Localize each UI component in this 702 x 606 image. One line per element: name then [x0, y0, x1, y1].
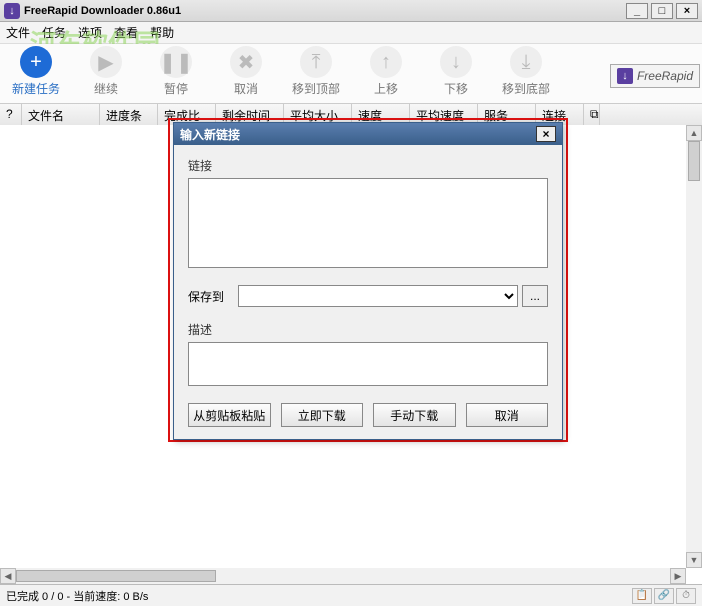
brand-icon: ↓	[617, 68, 633, 84]
toolbar-label: 新建任务	[6, 80, 66, 97]
bottom-icon: ⤓	[510, 46, 542, 78]
scroll-thumb[interactable]	[16, 570, 216, 582]
browse-button[interactable]: ...	[522, 285, 548, 307]
new-task-button[interactable]: + 新建任务	[6, 46, 66, 97]
toolbar-label: 上移	[356, 80, 416, 97]
col-config-button[interactable]: ⧉	[584, 104, 600, 125]
brand-text: FreeRapid	[637, 69, 693, 83]
scroll-up-icon[interactable]: ▲	[686, 125, 702, 141]
link-label: 链接	[188, 157, 548, 174]
menu-view[interactable]: 查看	[114, 24, 138, 41]
plus-icon: +	[20, 46, 52, 78]
horizontal-scrollbar[interactable]: ◀ ▶	[0, 568, 686, 584]
desc-input[interactable]	[188, 342, 548, 386]
window-title: FreeRapid Downloader 0.86u1	[24, 5, 181, 17]
download-now-button[interactable]: 立即下载	[281, 403, 364, 427]
saveto-select[interactable]	[238, 285, 518, 307]
toolbar-label: 下移	[426, 80, 486, 97]
clipboard-monitor-icon[interactable]: 📋	[632, 588, 652, 604]
desc-label: 描述	[188, 321, 548, 338]
status-text: 已完成 0 / 0 - 当前速度: 0 B/s	[6, 588, 148, 604]
dialog-cancel-button[interactable]: 取消	[466, 403, 549, 427]
resume-button[interactable]: ▶ 继续	[76, 46, 136, 97]
toolbar-label: 移到顶部	[286, 80, 346, 97]
paste-clipboard-button[interactable]: 从剪贴板粘贴	[188, 403, 271, 427]
top-icon: ⤒	[300, 46, 332, 78]
manual-download-button[interactable]: 手动下载	[373, 403, 456, 427]
add-link-dialog: 输入新链接 × 链接 保存到 ... 描述 从剪贴板粘贴 立即下载 手动下载 取…	[173, 122, 563, 440]
up-icon: ↑	[370, 46, 402, 78]
menu-help[interactable]: 帮助	[150, 24, 174, 41]
titlebar: ↓ FreeRapid Downloader 0.86u1 _ □ ×	[0, 0, 702, 22]
menu-file[interactable]: 文件	[6, 24, 30, 41]
scroll-left-icon[interactable]: ◀	[0, 568, 16, 584]
pause-icon: ❚❚	[160, 46, 192, 78]
link-input[interactable]	[188, 178, 548, 268]
scroll-down-icon[interactable]: ▼	[686, 552, 702, 568]
col-filename[interactable]: 文件名	[22, 104, 100, 125]
dialog-titlebar[interactable]: 输入新链接 ×	[174, 123, 562, 145]
dialog-close-button[interactable]: ×	[536, 126, 556, 142]
dialog-title: 输入新链接	[180, 126, 240, 143]
toolbar-label: 暂停	[146, 80, 206, 97]
close-button[interactable]: ×	[676, 3, 698, 19]
statusbar: 已完成 0 / 0 - 当前速度: 0 B/s 📋 🔗 ⏱	[0, 584, 702, 606]
move-down-button[interactable]: ↓ 下移	[426, 46, 486, 97]
scroll-right-icon[interactable]: ▶	[670, 568, 686, 584]
menubar: 文件 任务 选项 查看 帮助	[0, 22, 702, 44]
move-top-button[interactable]: ⤒ 移到顶部	[286, 46, 346, 97]
vertical-scrollbar[interactable]: ▲ ▼	[686, 125, 702, 568]
toolbar: + 新建任务 ▶ 继续 ❚❚ 暂停 ✖ 取消 ⤒ 移到顶部 ↑ 上移 ↓ 下移 …	[0, 44, 702, 104]
move-bottom-button[interactable]: ⤓ 移到底部	[496, 46, 556, 97]
down-icon: ↓	[440, 46, 472, 78]
col-progress[interactable]: 进度条	[100, 104, 158, 125]
move-up-button[interactable]: ↑ 上移	[356, 46, 416, 97]
toolbar-label: 移到底部	[496, 80, 556, 97]
saveto-label: 保存到	[188, 288, 234, 305]
cancel-button[interactable]: ✖ 取消	[216, 46, 276, 97]
menu-options[interactable]: 选项	[78, 24, 102, 41]
speed-icon[interactable]: ⏱	[676, 588, 696, 604]
maximize-button[interactable]: □	[651, 3, 673, 19]
cancel-icon: ✖	[230, 46, 262, 78]
toolbar-label: 取消	[216, 80, 276, 97]
brand-badge: ↓ FreeRapid	[610, 64, 700, 88]
menu-task[interactable]: 任务	[42, 24, 66, 41]
app-icon: ↓	[4, 3, 20, 19]
play-icon: ▶	[90, 46, 122, 78]
toolbar-label: 继续	[76, 80, 136, 97]
scroll-thumb[interactable]	[688, 141, 700, 181]
minimize-button[interactable]: _	[626, 3, 648, 19]
col-indicator[interactable]: ?	[0, 104, 22, 125]
pause-button[interactable]: ❚❚ 暂停	[146, 46, 206, 97]
link-icon[interactable]: 🔗	[654, 588, 674, 604]
